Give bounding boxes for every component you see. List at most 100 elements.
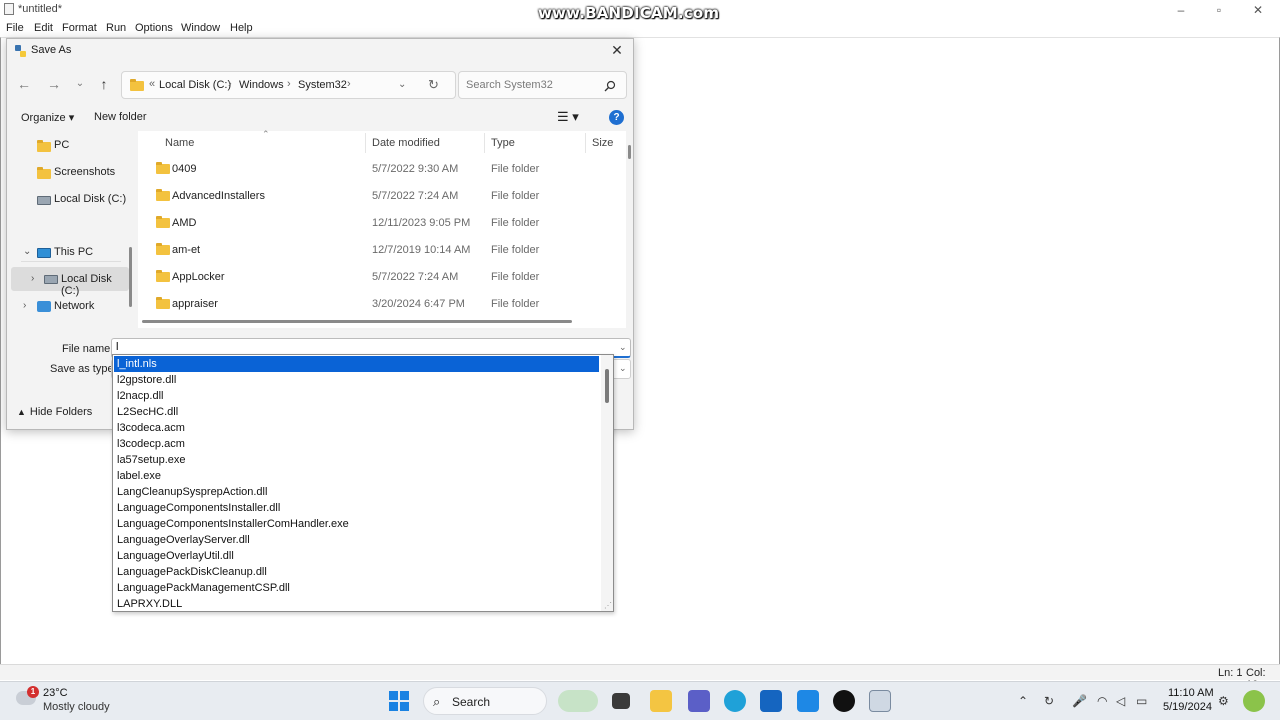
up-arrow-icon[interactable]: ↑ <box>95 75 113 93</box>
nav-item-label: PC <box>54 139 70 151</box>
address-bar[interactable]: « Local Disk (C:) › Windows › System32 ›… <box>121 71 456 99</box>
bandicam-icon[interactable] <box>833 690 855 712</box>
nav-item-screenshots[interactable]: Screenshots <box>11 160 129 184</box>
autocomplete-item[interactable]: l3codeca.acm <box>114 420 599 436</box>
clock-date[interactable]: 5/19/2024 <box>1163 701 1212 713</box>
autocomplete-item[interactable]: LanguageOverlayUtil.dll <box>114 548 599 564</box>
autocomplete-item[interactable]: l_intl.nls <box>114 356 599 372</box>
hide-folders-button[interactable]: ▲ Hide Folders <box>17 406 92 418</box>
nav-item-network[interactable]: › Network <box>11 294 129 318</box>
breadcrumb-local-disk[interactable]: Local Disk (C:) <box>159 79 231 91</box>
clock-time[interactable]: 11:10 AM <box>1168 687 1214 699</box>
back-arrow-icon[interactable]: ← <box>15 75 33 93</box>
column-size[interactable]: Size <box>592 137 613 149</box>
file-row[interactable]: AdvancedInstallers 5/7/2022 7:24 AM File… <box>138 182 613 209</box>
weather-temperature[interactable]: 23°C <box>43 687 68 699</box>
chevron-right-icon[interactable]: › <box>23 300 26 311</box>
file-list-vertical-scrollbar[interactable] <box>628 145 631 159</box>
battery-icon[interactable]: ▭ <box>1136 694 1147 708</box>
column-type[interactable]: Type <box>491 137 515 149</box>
autocomplete-item[interactable]: l2nacp.dll <box>114 388 599 404</box>
organize-button[interactable]: Organize ▾ <box>21 111 74 124</box>
autocomplete-item[interactable]: LangCleanupSysprepAction.dll <box>114 484 599 500</box>
autocomplete-item[interactable]: LanguageComponentsInstallerComHandler.ex… <box>114 516 599 532</box>
chevron-down-icon[interactable]: ⌄ <box>619 363 627 374</box>
close-button[interactable]: ✕ <box>1240 2 1276 18</box>
menu-window[interactable]: Window <box>181 22 220 34</box>
teams-icon[interactable] <box>688 690 710 712</box>
copilot-icon[interactable] <box>1243 690 1265 712</box>
search-input[interactable]: Search System32 <box>458 71 627 99</box>
menu-help[interactable]: Help <box>230 22 253 34</box>
autocomplete-item[interactable]: LanguageComponentsInstaller.dll <box>114 500 599 516</box>
python-idle-icon[interactable] <box>869 690 891 712</box>
drive-icon <box>44 275 58 284</box>
resize-grip-icon[interactable]: ⋰ <box>604 601 612 610</box>
autocomplete-item[interactable]: l2gpstore.dll <box>114 372 599 388</box>
forward-arrow-icon[interactable]: → <box>45 75 63 93</box>
autocomplete-item[interactable]: la57setup.exe <box>114 452 599 468</box>
column-divider[interactable] <box>585 133 586 153</box>
nav-item-local-disk[interactable]: Local Disk (C:) <box>11 187 129 211</box>
minimize-button[interactable]: – <box>1163 2 1199 18</box>
nav-item-pc[interactable]: PC <box>11 133 129 157</box>
file-row[interactable]: appraiser 3/20/2024 6:47 PM File folder <box>138 290 613 317</box>
autocomplete-scroll-thumb[interactable] <box>605 369 609 403</box>
focus-assist-icon[interactable]: ⚙ <box>1218 694 1229 708</box>
nav-item-local-disk-selected[interactable]: › Local Disk (C:) <box>11 267 129 297</box>
mail-icon[interactable] <box>760 690 782 712</box>
nav-item-this-pc[interactable]: ⌄ This PC <box>11 240 129 264</box>
autocomplete-item[interactable]: LanguagePackDiskCleanup.dll <box>114 564 599 580</box>
chevron-down-icon[interactable]: ⌄ <box>23 246 31 257</box>
column-divider[interactable] <box>484 133 485 153</box>
autocomplete-item[interactable]: label.exe <box>114 468 599 484</box>
autocomplete-item[interactable]: LAPRXY.DLL <box>114 596 599 611</box>
autocomplete-scrollbar[interactable] <box>601 355 613 611</box>
chevron-down-icon[interactable]: ⌄ <box>619 342 627 353</box>
sync-icon[interactable]: ↻ <box>1044 694 1054 708</box>
file-row[interactable]: am-et 12/7/2019 10:14 AM File folder <box>138 236 613 263</box>
menu-file[interactable]: File <box>6 22 24 34</box>
nav-item-label: Network <box>54 300 95 312</box>
file-row[interactable]: AMD 12/11/2023 9:05 PM File folder <box>138 209 613 236</box>
maximize-button[interactable]: ▫ <box>1201 2 1237 18</box>
menu-options[interactable]: Options <box>135 22 173 34</box>
menu-run[interactable]: Run <box>106 22 126 34</box>
view-options-icon[interactable]: ☰ ▾ <box>557 109 579 125</box>
chevron-right-icon[interactable]: › <box>31 273 34 284</box>
widgets-icon[interactable] <box>558 690 598 712</box>
windows-start-icon[interactable] <box>389 691 409 711</box>
column-date-modified[interactable]: Date modified <box>372 137 440 149</box>
new-folder-button[interactable]: New folder <box>94 111 147 123</box>
menu-edit[interactable]: Edit <box>34 22 53 34</box>
column-name[interactable]: Name <box>165 137 194 149</box>
speaker-icon[interactable]: ◁ <box>1116 694 1125 708</box>
breadcrumb-windows[interactable]: Windows <box>239 79 284 91</box>
autocomplete-item[interactable]: LanguagePackManagementCSP.dll <box>114 580 599 596</box>
chevron-down-icon[interactable]: ⌄ <box>398 79 406 90</box>
file-row[interactable]: 0409 5/7/2022 9:30 AM File folder <box>138 155 613 182</box>
weather-description[interactable]: Mostly cloudy <box>43 701 110 713</box>
edge-icon[interactable] <box>724 690 746 712</box>
taskbar-search[interactable]: ⌕ Search <box>423 687 547 715</box>
store-icon[interactable] <box>797 690 819 712</box>
nav-scrollbar[interactable] <box>129 247 132 307</box>
file-list-horizontal-scrollbar[interactable] <box>142 320 572 323</box>
menu-format[interactable]: Format <box>62 22 97 34</box>
autocomplete-item[interactable]: LanguageOverlayServer.dll <box>114 532 599 548</box>
microphone-icon[interactable]: 🎤 <box>1072 694 1087 708</box>
autocomplete-item[interactable]: L2SecHC.dll <box>114 404 599 420</box>
wifi-icon[interactable]: ◠ <box>1097 694 1107 708</box>
chevron-up-icon[interactable]: ⌃ <box>1018 694 1028 708</box>
column-divider[interactable] <box>365 133 366 153</box>
autocomplete-item[interactable]: l3codecp.acm <box>114 436 599 452</box>
file-row[interactable]: AppLocker 5/7/2022 7:24 AM File folder <box>138 263 613 290</box>
breadcrumb-system32[interactable]: System32 <box>298 79 347 91</box>
dialog-close-button[interactable]: ✕ <box>607 41 627 59</box>
refresh-icon[interactable]: ↻ <box>428 77 439 93</box>
search-icon <box>604 80 616 92</box>
help-icon[interactable]: ? <box>609 110 624 125</box>
file-explorer-icon[interactable] <box>650 690 672 712</box>
recent-chevron-icon[interactable]: ⌄ <box>71 75 89 93</box>
task-view-icon[interactable] <box>612 693 630 709</box>
